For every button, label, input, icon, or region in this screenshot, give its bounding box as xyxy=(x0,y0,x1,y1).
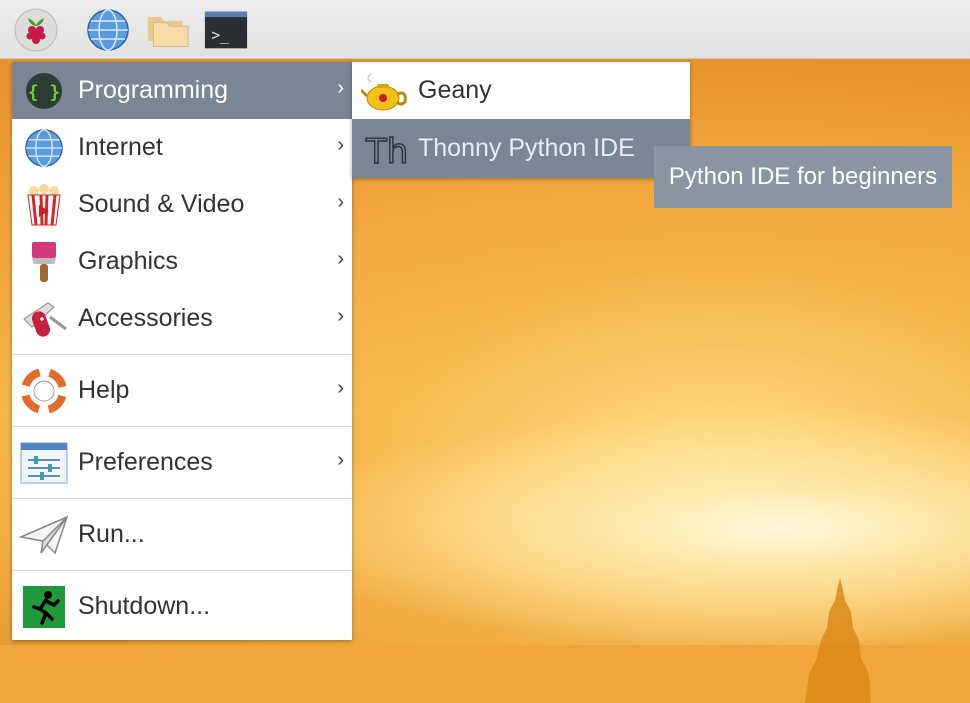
menu-item-label: Preferences xyxy=(78,448,213,476)
sliders-icon xyxy=(18,434,70,491)
temple-silhouette xyxy=(805,578,871,703)
submenu-item-thonny-python-ide[interactable]: Th Thonny Python IDE xyxy=(352,119,690,178)
submenu-item-label: Geany xyxy=(418,76,492,104)
teapot-icon xyxy=(360,68,412,114)
paintbrush-icon xyxy=(18,233,70,290)
tooltip-text: Python IDE for beginners xyxy=(668,163,938,190)
menu-item-help[interactable]: Help › xyxy=(12,362,352,419)
terminal-button[interactable]: >_ xyxy=(204,8,248,52)
chevron-right-icon: › xyxy=(337,191,344,213)
menu-item-sound-video[interactable]: Sound & Video › xyxy=(12,176,352,233)
submenu-item-geany[interactable]: Geany xyxy=(352,62,690,119)
paper-plane-icon xyxy=(18,506,70,563)
menu-separator xyxy=(12,570,352,571)
globe-icon xyxy=(18,119,70,176)
chevron-right-icon: › xyxy=(337,377,344,399)
braces-icon: { } xyxy=(18,62,70,119)
chevron-right-icon: › xyxy=(337,134,344,156)
exit-running-man-icon xyxy=(18,578,70,635)
menu-item-label: Internet xyxy=(78,133,163,161)
menu-item-label: Sound & Video xyxy=(78,190,245,218)
popcorn-icon xyxy=(18,176,70,233)
menu-separator xyxy=(12,498,352,499)
raspberry-pi-menu-button[interactable] xyxy=(14,8,58,52)
raspberry-icon xyxy=(14,8,58,52)
svg-text:>_: >_ xyxy=(211,27,229,44)
svg-text:{ }: { } xyxy=(28,82,61,103)
menu-item-label: Graphics xyxy=(78,247,179,275)
taskbar: >_ xyxy=(0,0,970,59)
menu-item-accessories[interactable]: Accessories › xyxy=(12,290,352,347)
globe-icon xyxy=(87,9,129,51)
menu-item-shutdown[interactable]: Shutdown... xyxy=(12,578,352,635)
folder-icon xyxy=(147,17,189,47)
file-manager-button[interactable] xyxy=(146,8,190,52)
chevron-right-icon: › xyxy=(337,77,344,99)
submenu-item-label: Thonny Python IDE xyxy=(418,134,635,162)
menu-item-internet[interactable]: Internet › xyxy=(12,119,352,176)
tooltip: Python IDE for beginners xyxy=(654,146,952,208)
menu-item-programming[interactable]: { } Programming › xyxy=(12,62,352,119)
chevron-right-icon: › xyxy=(337,449,344,471)
menu-item-run[interactable]: Run... xyxy=(12,506,352,563)
thonny-icon: Th xyxy=(360,129,412,169)
menu-item-preferences[interactable]: Preferences › xyxy=(12,434,352,491)
menu-item-graphics[interactable]: Graphics › xyxy=(12,233,352,290)
application-menu: { } Programming › Internet › Sound & Vid… xyxy=(12,62,352,640)
pocketknife-icon xyxy=(18,290,70,347)
terminal-icon: >_ xyxy=(204,11,248,49)
chevron-right-icon: › xyxy=(337,248,344,270)
web-browser-button[interactable] xyxy=(86,8,130,52)
menu-item-label: Accessories xyxy=(78,304,213,332)
lifebuoy-icon xyxy=(18,362,70,419)
menu-item-label: Help xyxy=(78,376,130,404)
menu-item-label: Run... xyxy=(78,520,145,548)
svg-text:Th: Th xyxy=(365,132,408,169)
menu-item-label: Programming xyxy=(78,76,229,104)
chevron-right-icon: › xyxy=(337,305,344,327)
menu-item-label: Shutdown... xyxy=(78,592,211,620)
programming-submenu: Geany Th Thonny Python IDE xyxy=(352,62,690,178)
menu-separator xyxy=(12,426,352,427)
menu-separator xyxy=(12,354,352,355)
